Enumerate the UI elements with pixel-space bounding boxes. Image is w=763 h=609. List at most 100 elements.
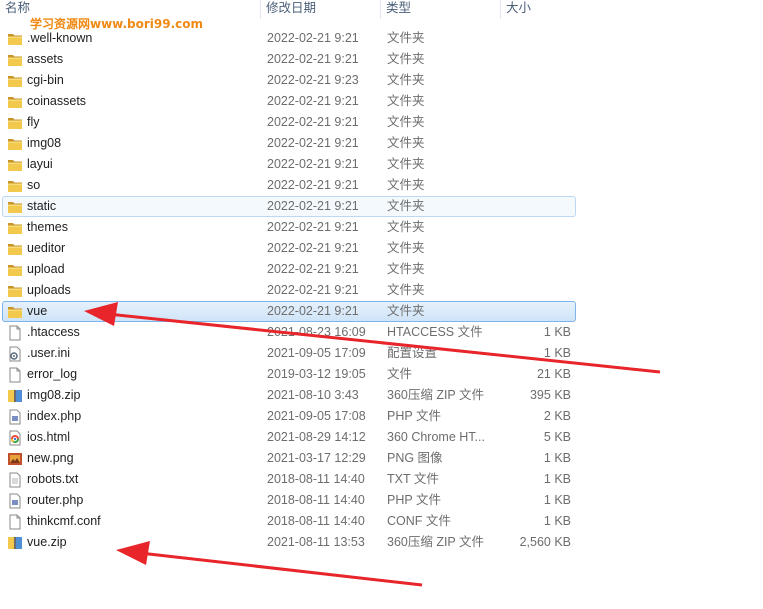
- file-name: uploads: [27, 283, 71, 297]
- file-size: 1 KB: [543, 472, 571, 486]
- folder-icon: [7, 94, 23, 110]
- file-type: 文件夹: [387, 178, 425, 192]
- file-date: 2022-02-21 9:21: [267, 262, 359, 276]
- folder-icon: [7, 178, 23, 194]
- column-header-type[interactable]: 类型: [380, 0, 500, 19]
- file-name: .htaccess: [27, 325, 80, 339]
- file-type: 文件: [387, 367, 413, 381]
- file-name: ueditor: [27, 241, 66, 255]
- zip-icon: [7, 535, 23, 551]
- file-type: TXT 文件: [387, 472, 439, 486]
- file-row[interactable]: ueditor 2022-02-21 9:21 文件夹: [2, 238, 576, 259]
- file-size: 2,560 KB: [519, 535, 571, 549]
- file-type: 文件夹: [387, 220, 425, 234]
- file-row[interactable]: router.php 2018-08-11 14:40 PHP 文件 1 KB: [2, 490, 576, 511]
- file-type: 文件夹: [387, 157, 425, 171]
- php-file-icon: [7, 493, 23, 509]
- file-type: 文件夹: [387, 94, 425, 108]
- file-row[interactable]: uploads 2022-02-21 9:21 文件夹: [2, 280, 576, 301]
- file-date: 2021-08-23 16:09: [267, 325, 366, 339]
- file-row[interactable]: img08.zip 2021-08-10 3:43 360压缩 ZIP 文件 395 …: [2, 385, 576, 406]
- file-row[interactable]: error_log 2019-03-12 19:05 文件 21 KB: [2, 364, 576, 385]
- file-row[interactable]: fly 2022-02-21 9:21 文件夹: [2, 112, 576, 133]
- file-type: HTACCESS 文件: [387, 325, 483, 339]
- file-name: vue.zip: [27, 535, 67, 549]
- text-file-icon: [7, 472, 23, 488]
- file-row[interactable]: coinassets 2022-02-21 9:21 文件夹: [2, 91, 576, 112]
- file-row[interactable]: layui 2022-02-21 9:21 文件夹: [2, 154, 576, 175]
- file-row[interactable]: cgi-bin 2022-02-21 9:23 文件夹: [2, 70, 576, 91]
- file-row[interactable]: themes 2022-02-21 9:21 文件夹: [2, 217, 576, 238]
- column-header-date[interactable]: 修改日期: [260, 0, 380, 19]
- file-row[interactable]: assets 2022-02-21 9:21 文件夹: [2, 49, 576, 70]
- file-row[interactable]: ios.html 2021-08-29 14:12 360 Chrome HT...…: [2, 427, 576, 448]
- file-name: vue: [27, 304, 48, 318]
- file-row[interactable]: .htaccess 2021-08-23 16:09 HTACCESS 文件 1 KB: [2, 322, 576, 343]
- php-file-icon: [7, 409, 23, 425]
- file-date: 2022-02-21 9:23: [267, 73, 359, 87]
- file-date: 2021-09-05 17:09: [267, 346, 366, 360]
- file-date: 2021-08-10 3:43: [267, 388, 359, 402]
- file-type: 360 Chrome HT...: [387, 430, 485, 444]
- file-type: 文件夹: [387, 136, 425, 150]
- file-date: 2021-09-05 17:08: [267, 409, 366, 423]
- file-type: 文件夹: [387, 31, 425, 45]
- file-name: new.png: [27, 451, 74, 465]
- file-date: 2022-02-21 9:21: [267, 52, 359, 66]
- file-row[interactable]: vue.zip 2021-08-11 13:53 360压缩 ZIP 文件 2,560…: [2, 532, 576, 553]
- file-type: 文件夹: [387, 304, 425, 318]
- column-header-size[interactable]: 大小: [500, 0, 580, 19]
- folder-icon: [7, 52, 23, 68]
- file-date: 2022-02-21 9:21: [267, 31, 359, 45]
- file-type: PNG 图像: [387, 451, 443, 465]
- file-date: 2022-02-21 9:21: [267, 136, 359, 150]
- file-size: 1 KB: [543, 493, 571, 507]
- folder-icon: [7, 262, 23, 278]
- file-name: index.php: [27, 409, 82, 423]
- image-file-icon: [7, 451, 23, 467]
- file-row[interactable]: so 2022-02-21 9:21 文件夹: [2, 175, 576, 196]
- folder-icon: [7, 283, 23, 299]
- file-date: 2019-03-12 19:05: [267, 367, 366, 381]
- file-date: 2022-02-21 9:21: [267, 304, 359, 318]
- file-type: 文件夹: [387, 262, 425, 276]
- file-row[interactable]: static 2022-02-21 9:21 文件夹: [2, 196, 576, 217]
- folder-icon: [7, 304, 23, 320]
- file-row[interactable]: img08 2022-02-21 9:21 文件夹: [2, 133, 576, 154]
- file-size: 1 KB: [543, 325, 571, 339]
- folder-icon: [7, 73, 23, 89]
- file-row[interactable]: .well-known 2022-02-21 9:21 文件夹: [2, 28, 576, 49]
- file-type: 配置设置: [387, 346, 438, 360]
- file-size: 21 KB: [536, 367, 571, 381]
- file-name: so: [27, 178, 41, 192]
- file-type: 文件夹: [387, 52, 425, 66]
- file-name: static: [27, 199, 57, 213]
- file-name: cgi-bin: [27, 73, 64, 87]
- folder-icon: [7, 157, 23, 173]
- file-icon: [7, 514, 23, 530]
- file-row[interactable]: robots.txt 2018-08-11 14:40 TXT 文件 1 KB: [2, 469, 576, 490]
- file-row[interactable]: vue 2022-02-21 9:21 文件夹: [2, 301, 576, 322]
- file-size: 5 KB: [543, 430, 571, 444]
- file-row[interactable]: .user.ini 2021-09-05 17:09 配置设置 1 KB: [2, 343, 576, 364]
- zip-icon: [7, 388, 23, 404]
- file-size: 395 KB: [529, 388, 571, 402]
- file-type: CONF 文件: [387, 514, 451, 528]
- file-date: 2021-08-29 14:12: [267, 430, 366, 444]
- file-name: .well-known: [27, 31, 93, 45]
- file-name: thinkcmf.conf: [27, 514, 101, 528]
- file-date: 2022-02-21 9:21: [267, 220, 359, 234]
- file-size: 2 KB: [543, 409, 571, 423]
- file-type: 文件夹: [387, 199, 425, 213]
- file-row[interactable]: upload 2022-02-21 9:21 文件夹: [2, 259, 576, 280]
- file-date: 2018-08-11 14:40: [267, 493, 365, 507]
- file-row[interactable]: thinkcmf.conf 2018-08-11 14:40 CONF 文件 1 KB: [2, 511, 576, 532]
- file-name: themes: [27, 220, 68, 234]
- file-row[interactable]: new.png 2021-03-17 12:29 PNG 图像 1 KB: [2, 448, 576, 469]
- file-type: 文件夹: [387, 73, 425, 87]
- file-type: 文件夹: [387, 283, 425, 297]
- file-name: assets: [27, 52, 64, 66]
- file-date: 2018-08-11 14:40: [267, 472, 365, 486]
- file-row[interactable]: index.php 2021-09-05 17:08 PHP 文件 2 KB: [2, 406, 576, 427]
- file-date: 2021-03-17 12:29: [267, 451, 366, 465]
